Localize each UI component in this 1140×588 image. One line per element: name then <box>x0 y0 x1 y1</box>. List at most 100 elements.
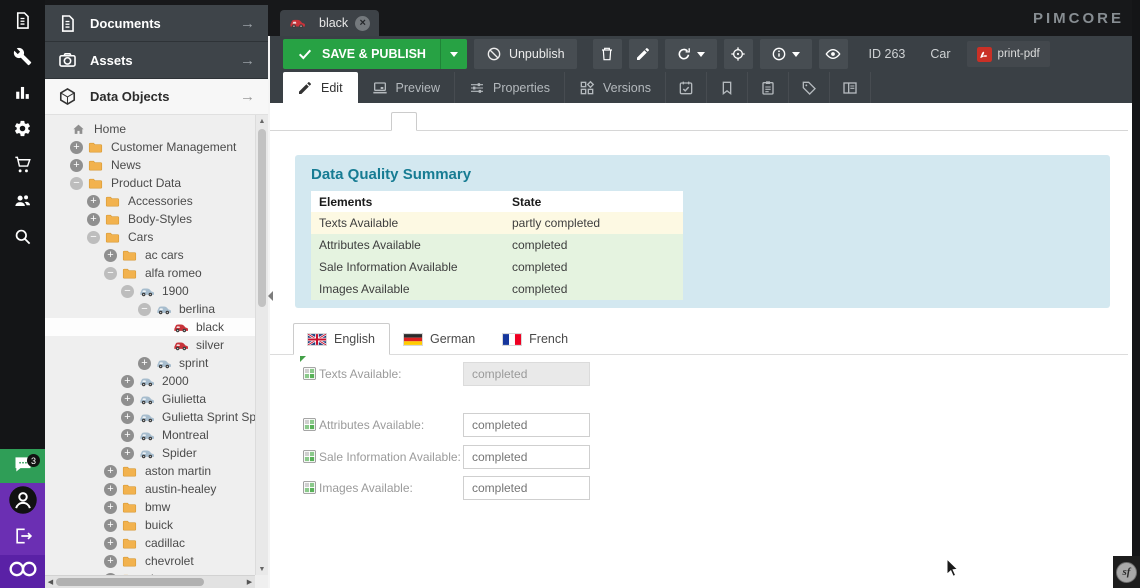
tree-toggle[interactable]: + <box>104 555 117 568</box>
tree-toggle[interactable]: − <box>104 267 117 280</box>
tree-horizontal-scrollbar[interactable]: ◀ ▶ <box>45 575 255 588</box>
tree-item[interactable]: silver <box>45 336 255 354</box>
tree-item[interactable]: +Spider <box>45 444 255 462</box>
horizontal-scroll-thumb[interactable] <box>56 578 204 586</box>
main-tab[interactable]: Versions <box>565 72 666 103</box>
sidebar-panel-header[interactable]: Data Objects→ <box>45 79 268 115</box>
rail-button[interactable] <box>0 221 45 257</box>
rail-button[interactable] <box>0 149 45 185</box>
tree-toggle[interactable]: + <box>121 447 134 460</box>
reload-button[interactable] <box>665 39 717 69</box>
tree-item[interactable]: +bmw <box>45 498 255 516</box>
rail-button[interactable] <box>0 77 45 113</box>
tree-item[interactable]: +austin-healey <box>45 480 255 498</box>
tree-vertical-scrollbar[interactable]: ▲ ▼ <box>255 115 268 575</box>
tree-item[interactable]: +Giulietta <box>45 390 255 408</box>
tree-toggle[interactable]: + <box>121 411 134 424</box>
tree-item[interactable]: −Cars <box>45 228 255 246</box>
language-tab[interactable]: English <box>293 323 390 355</box>
tree-item[interactable]: black <box>45 318 255 336</box>
tree-toggle[interactable]: − <box>87 231 100 244</box>
tree-toggle[interactable]: + <box>87 213 100 226</box>
vertical-scroll-thumb[interactable] <box>258 129 266 307</box>
tree-item[interactable]: −1900 <box>45 282 255 300</box>
tree-item[interactable]: +Gulietta Sprint Specia <box>45 408 255 426</box>
sidebar-collapse-arrow[interactable] <box>268 291 273 301</box>
tree-toggle[interactable]: + <box>121 429 134 442</box>
tree-item[interactable]: −berlina <box>45 300 255 318</box>
main-tab[interactable]: Edit <box>283 72 358 103</box>
save-publish-button[interactable]: SAVE & PUBLISH <box>283 39 467 69</box>
delete-button[interactable] <box>593 39 622 69</box>
field-input[interactable] <box>463 413 590 437</box>
print-pdf-button[interactable]: print-pdf <box>967 41 1050 67</box>
tree-item[interactable]: +sprint <box>45 354 255 372</box>
unpublish-button[interactable]: Unpublish <box>474 39 577 69</box>
tree-item[interactable]: +aston martin <box>45 462 255 480</box>
language-tab[interactable]: French <box>489 324 582 354</box>
tree-item[interactable]: −alfa romeo <box>45 264 255 282</box>
symfony-toolbar-button[interactable]: sf <box>1113 556 1140 588</box>
tree-item[interactable]: +cadillac <box>45 534 255 552</box>
tree-item[interactable]: Home <box>45 120 255 138</box>
tree-toggle[interactable]: + <box>104 501 117 514</box>
tab-close-button[interactable]: × <box>355 16 370 31</box>
main-tab[interactable]: Properties <box>455 72 565 103</box>
locate-in-tree-button[interactable] <box>724 39 753 69</box>
tree-toggle[interactable] <box>53 123 66 136</box>
tree-toggle[interactable]: + <box>104 519 117 532</box>
tree-item[interactable]: +2000 <box>45 372 255 390</box>
sidebar-panel-header[interactable]: Assets→ <box>45 42 268 79</box>
rail-button[interactable] <box>0 41 45 77</box>
language-tab[interactable]: German <box>390 324 489 354</box>
tree-toggle[interactable]: + <box>104 537 117 550</box>
tree-item[interactable]: +Accessories <box>45 192 255 210</box>
tree-toggle[interactable]: − <box>121 285 134 298</box>
rail-button[interactable] <box>0 185 45 221</box>
rail-button[interactable] <box>0 5 45 41</box>
main-tab[interactable] <box>666 72 707 103</box>
scroll-up-arrow[interactable]: ▲ <box>256 115 268 127</box>
tree-item[interactable]: +ac cars <box>45 246 255 264</box>
tree-toggle[interactable]: + <box>104 465 117 478</box>
main-tab[interactable] <box>748 72 789 103</box>
main-tab[interactable]: Preview <box>358 72 455 103</box>
sidebar-panel-header[interactable]: Documents→ <box>45 5 268 42</box>
subtab[interactable] <box>391 112 417 131</box>
tree-toggle[interactable] <box>155 339 168 352</box>
tree-item[interactable]: +buick <box>45 516 255 534</box>
tree-toggle[interactable]: + <box>87 195 100 208</box>
scroll-left-arrow[interactable]: ◀ <box>45 576 56 588</box>
tree-toggle[interactable]: − <box>138 303 151 316</box>
tree-item[interactable]: +chevrolet <box>45 552 255 570</box>
main-tab[interactable] <box>707 72 748 103</box>
scroll-right-arrow[interactable]: ▶ <box>244 576 255 588</box>
tree-item[interactable]: +Body-Styles <box>45 210 255 228</box>
field-input[interactable] <box>463 362 590 386</box>
tree-toggle[interactable]: − <box>70 177 83 190</box>
tree-toggle[interactable]: + <box>70 159 83 172</box>
main-tab[interactable] <box>789 72 830 103</box>
open-preview-button[interactable] <box>819 39 848 69</box>
rail-bottom-button[interactable] <box>0 555 45 588</box>
main-tab[interactable] <box>830 72 871 103</box>
tree-item[interactable]: +Montreal <box>45 426 255 444</box>
tree-toggle[interactable]: + <box>121 393 134 406</box>
rail-bottom-button[interactable]: 3 <box>0 449 45 483</box>
tree-toggle[interactable]: + <box>104 483 117 496</box>
tree-item[interactable]: −Product Data <box>45 174 255 192</box>
open-object-tab[interactable]: black × <box>280 10 379 36</box>
tree-toggle[interactable]: + <box>121 375 134 388</box>
rail-button[interactable] <box>0 113 45 149</box>
scroll-down-arrow[interactable]: ▼ <box>256 563 268 575</box>
tree-toggle[interactable]: + <box>104 249 117 262</box>
rename-button[interactable] <box>629 39 658 69</box>
rail-bottom-button[interactable] <box>0 521 45 555</box>
tree-toggle[interactable]: + <box>70 141 83 154</box>
rail-bottom-button[interactable] <box>0 483 45 521</box>
tree-toggle[interactable]: + <box>138 357 151 370</box>
tree-item[interactable]: +Customer Management <box>45 138 255 156</box>
tree-item[interactable]: +News <box>45 156 255 174</box>
field-input[interactable] <box>463 476 590 500</box>
tree-toggle[interactable] <box>155 321 168 334</box>
